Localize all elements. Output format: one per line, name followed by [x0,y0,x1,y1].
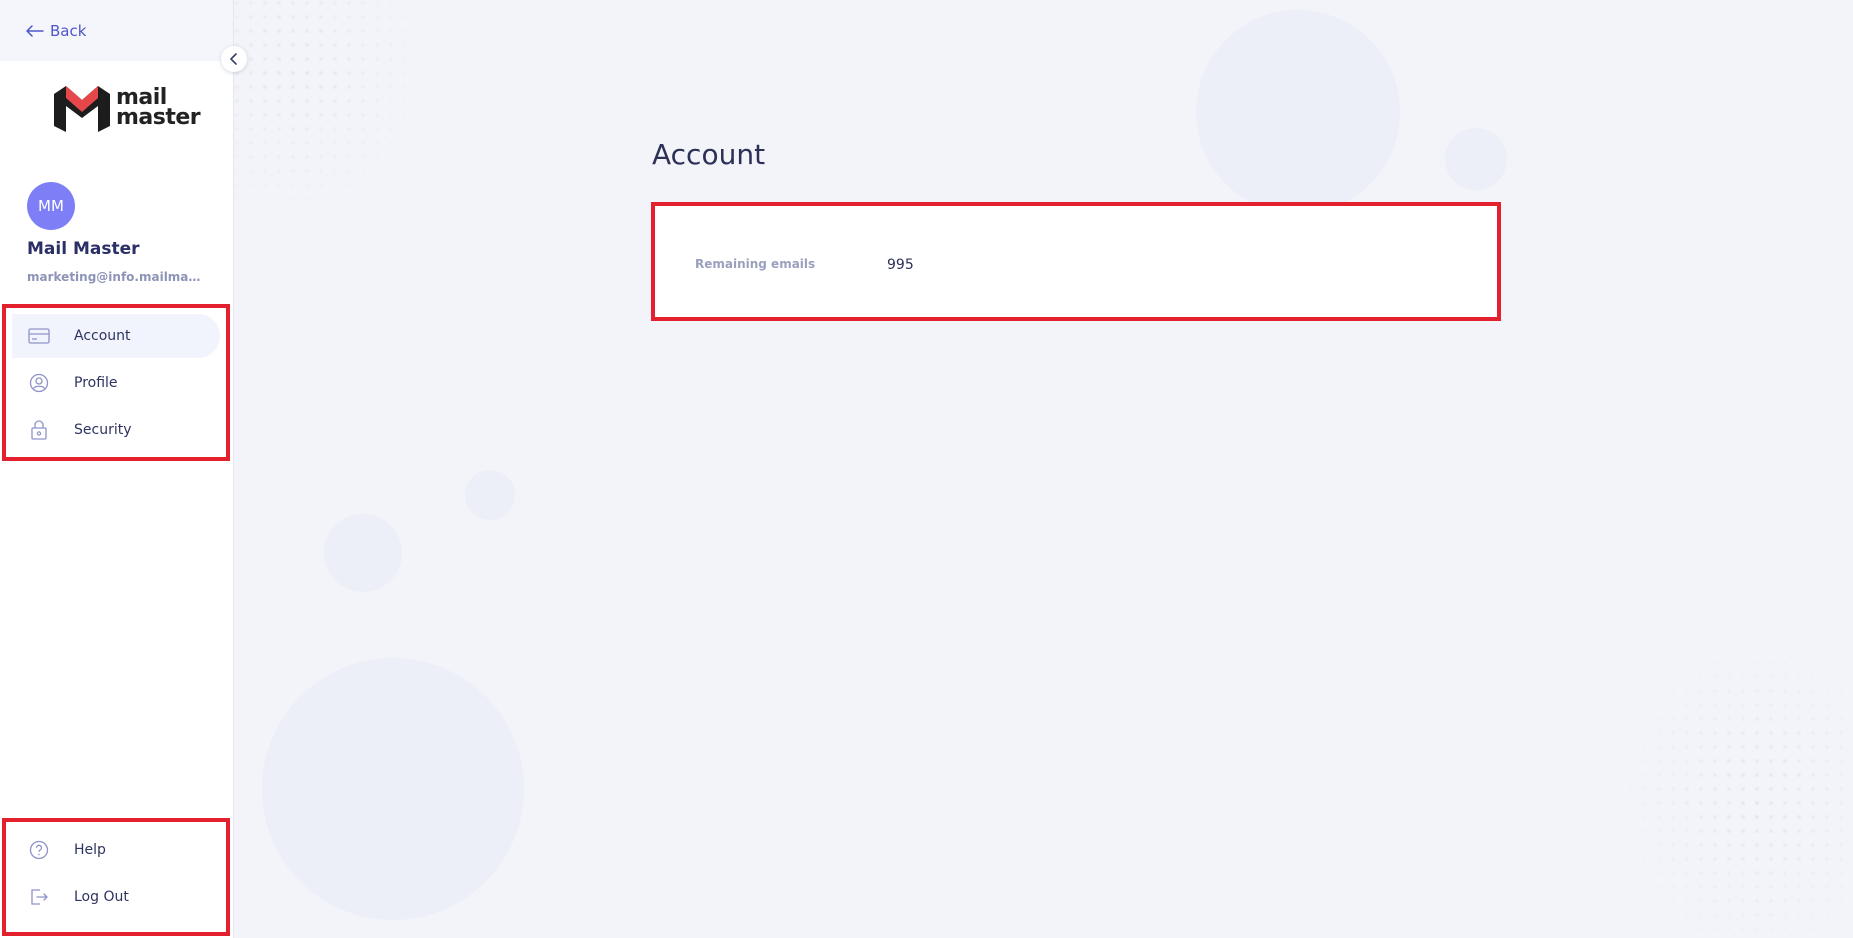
mailmaster-logo: mail master [52,84,201,132]
logo-mark-icon [54,86,110,132]
dot-pattern-bottom-right [1614,660,1853,938]
account-summary-card: Remaining emails 995 [651,202,1501,321]
dot-pattern-top-left [234,0,434,220]
user-name: Mail Master [27,239,140,259]
sidebar-footer: Help Log Out [2,818,230,936]
sidebar-item-label: Help [74,842,106,858]
logout-icon [28,886,50,908]
sidebar: Back mail master MM Mail Master marketin… [0,0,247,938]
sidebar-nav: Account Profile Security [2,304,230,461]
sidebar-item-label: Profile [74,375,118,391]
sidebar-item-label: Account [74,328,131,344]
avatar-initials: MM [38,197,64,215]
page-title: Account [652,138,766,171]
sidebar-item-logout[interactable]: Log Out [12,875,220,919]
remaining-emails-value: 995 [887,257,914,273]
sidebar-item-profile[interactable]: Profile [12,361,220,405]
decor-circle [262,658,524,920]
main-content: Account Remaining emails 995 [234,0,1853,938]
lock-icon [28,419,50,441]
collapse-sidebar-button[interactable] [221,46,247,72]
arrow-left-icon [26,24,44,37]
sidebar-item-account[interactable]: Account [12,314,220,358]
decor-circle [1196,10,1400,214]
avatar: MM [27,182,75,230]
sidebar-item-help[interactable]: Help [12,828,220,872]
decor-circle [1445,128,1507,190]
user-email: marketing@info.mailmaster.c... [27,270,207,284]
sidebar-item-label: Security [74,422,132,438]
decor-circle [324,514,402,592]
chevron-left-icon [230,53,237,65]
back-link[interactable]: Back [0,0,233,61]
back-label: Back [50,21,87,40]
help-circle-icon [28,839,50,861]
sidebar-item-label: Log Out [74,889,129,905]
credit-card-icon [28,325,50,347]
user-circle-icon [28,372,50,394]
logo-text: mail master [116,85,201,130]
decor-circle [465,470,515,520]
remaining-emails-label: Remaining emails [695,257,816,271]
sidebar-item-security[interactable]: Security [12,408,220,452]
